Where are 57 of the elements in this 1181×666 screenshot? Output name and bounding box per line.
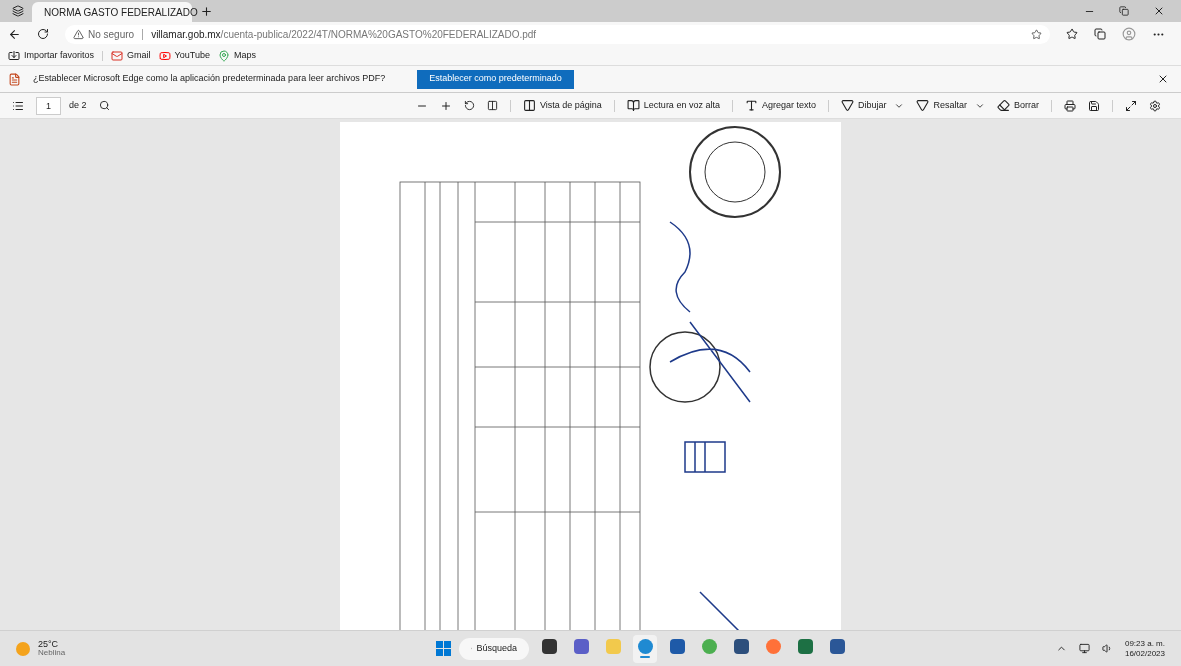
play-icon (158, 49, 171, 62)
back-icon[interactable] (8, 27, 21, 41)
highlighter-icon (916, 99, 930, 112)
profile-icon[interactable] (1122, 27, 1136, 41)
url-text: villamar.gob.mx/cuenta-publica/2022/4T/NORMA%20GASTO%20FEDERALIZADO.pdf (151, 27, 537, 42)
new-tab-icon[interactable] (200, 5, 213, 18)
read-aloud-icon (626, 99, 640, 112)
reload-icon[interactable] (37, 28, 49, 40)
toolbar-button[interactable]: Resaltar (916, 98, 985, 113)
search-field[interactable]: Búsqueda (459, 637, 529, 660)
toolbar-button[interactable]: Borrar (997, 98, 1039, 113)
text-box-icon (744, 99, 758, 112)
page-count: de 2 (69, 98, 87, 112)
toolbar-button[interactable]: Agregar texto (744, 98, 816, 113)
infobar-message: ¿Establecer Microsoft Edge como la aplicación predeterminada para leer archivos PDF? (33, 72, 386, 86)
print-icon[interactable] (1064, 99, 1076, 112)
map-pin-icon (217, 49, 230, 62)
bookmark-item[interactable]: Importar favoritos (8, 48, 95, 63)
security-label: No seguro (88, 27, 135, 42)
add-favorite-icon[interactable] (1031, 28, 1042, 40)
toolbar-button[interactable]: Vista de página (522, 98, 602, 113)
tab-actions-icon[interactable] (12, 5, 24, 17)
fit-width-icon[interactable] (486, 100, 498, 111)
toolbar-button[interactable]: Dibujar (840, 98, 905, 113)
collections-icon[interactable] (1094, 28, 1106, 40)
pen-icon (840, 99, 854, 112)
pdf-icon (8, 72, 21, 86)
save-icon[interactable] (1088, 99, 1100, 112)
warning-icon (73, 28, 84, 40)
mail-icon (111, 49, 124, 62)
page-view-icon (522, 99, 536, 112)
settings-icon[interactable] (1149, 99, 1161, 112)
network-icon[interactable] (1078, 643, 1090, 654)
weather-condition: Neblina (38, 649, 66, 657)
fullscreen-icon[interactable] (1125, 99, 1137, 112)
restore-icon[interactable] (1119, 6, 1129, 16)
temperature: 25°C (38, 640, 60, 649)
close-infobar-icon[interactable] (1157, 73, 1169, 85)
page-number-field[interactable]: 1 (36, 96, 61, 115)
favorites-icon[interactable] (1066, 28, 1078, 40)
import-icon (8, 49, 20, 62)
address-field[interactable]: No seguro villamar.gob.mx/cuenta-publica/2022/4T/NORMA%20GASTO%20FEDERALIZADO.pdf (65, 24, 1050, 44)
rotate-icon[interactable] (463, 100, 475, 111)
clock-time: 09:23 a. m. (1124, 638, 1165, 649)
start-icon[interactable] (436, 641, 451, 656)
toolbar-button[interactable]: Lectura en voz alta (626, 98, 720, 113)
eraser-icon (997, 99, 1010, 112)
volume-icon[interactable] (1101, 643, 1113, 654)
contents-icon[interactable] (12, 99, 24, 112)
tab-title: NORMA GASTO FEDERALIZADO (44, 5, 198, 20)
bookmark-item[interactable]: Gmail (111, 48, 151, 63)
clock-date: 16/02/2023 (1124, 648, 1165, 659)
set-default-button[interactable]: Establecer como predeterminado (417, 69, 574, 89)
close-icon[interactable] (1153, 5, 1165, 17)
zoom-in-icon[interactable] (439, 99, 452, 112)
bookmark-item[interactable]: YouTube (158, 48, 210, 63)
bookmark-item[interactable]: Maps (217, 48, 256, 63)
